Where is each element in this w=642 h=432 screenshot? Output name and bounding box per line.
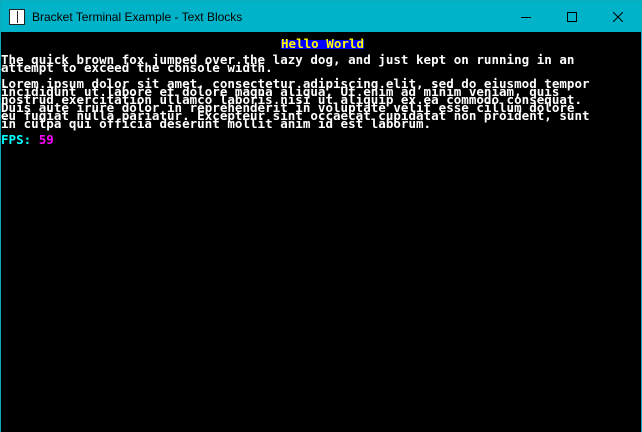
minimize-icon	[521, 16, 531, 18]
close-button[interactable]	[595, 1, 641, 32]
terminal-console: Hello World The quick brown fox jumped o…	[1, 32, 641, 432]
fps-label: FPS:	[1, 132, 39, 147]
app-window: Bracket Terminal Example - Text Blocks H…	[0, 0, 642, 432]
window-title: Bracket Terminal Example - Text Blocks	[32, 9, 243, 24]
maximize-icon	[567, 11, 577, 22]
fps-value: 59	[38, 132, 54, 147]
maximize-button[interactable]	[549, 1, 595, 32]
console-line: attempt to exceed the console width.	[1, 60, 273, 75]
app-window-icon[interactable]	[9, 8, 25, 25]
close-icon	[613, 11, 623, 22]
title-bar[interactable]: Bracket Terminal Example - Text Blocks	[1, 1, 641, 32]
hello-world-banner: Hello World	[281, 36, 365, 51]
minimize-button[interactable]	[503, 1, 549, 32]
fps-counter: FPS: 59	[1, 133, 54, 146]
console-line: in culpa qui officia deserunt mollit ani…	[1, 116, 432, 131]
